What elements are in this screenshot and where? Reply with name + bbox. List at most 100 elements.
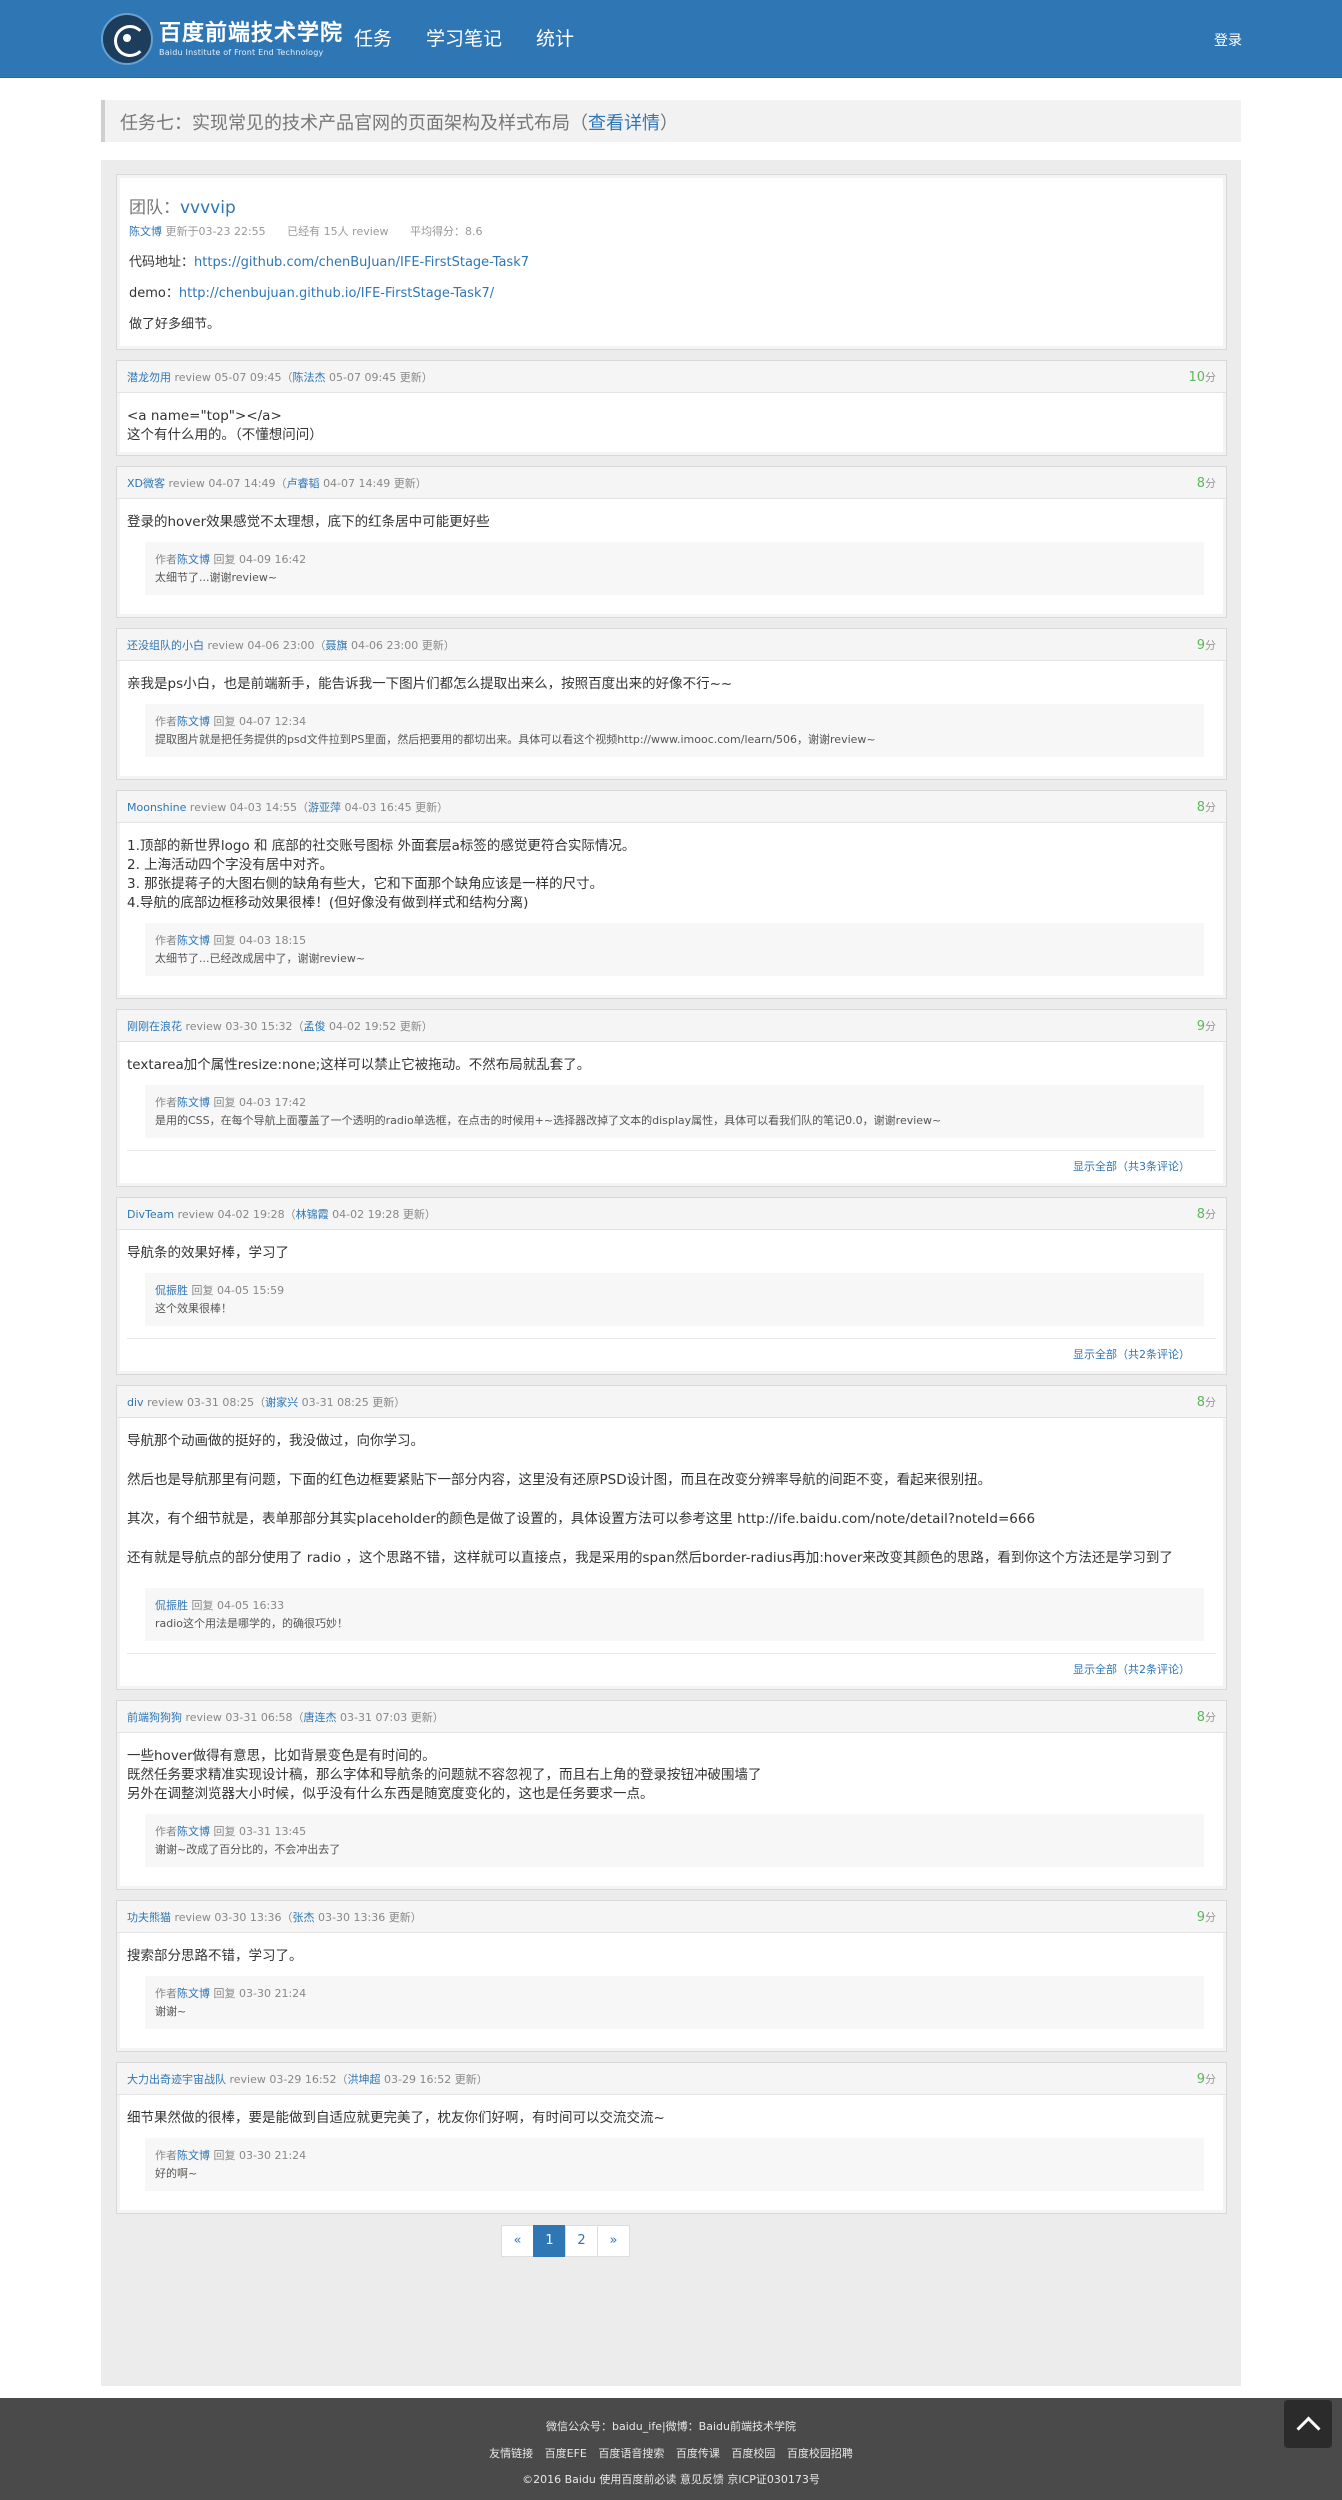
submission-meta: 陈文博 更新于03-23 22:55 已经有 15人 review 平均得分：8… xyxy=(129,223,1214,239)
team-name[interactable]: vvvvip xyxy=(180,198,236,218)
editor-link[interactable]: 聂旗 xyxy=(326,639,348,652)
author-link[interactable]: 陈文博 xyxy=(129,225,162,238)
show-all-link[interactable]: 显示全部（共3条评论） xyxy=(1073,1160,1190,1173)
reply-author-link[interactable]: 陈文博 xyxy=(177,2149,210,2162)
reply-time: 回复 04-05 16:33 xyxy=(191,1599,285,1612)
submission-info: 团队：vvvvip 陈文博 更新于03-23 22:55 已经有 15人 rev… xyxy=(116,174,1227,350)
reviewer-link[interactable]: DivTeam xyxy=(127,1208,174,1221)
review-card: XD微客 review 04-07 14:49（卢睿韬 04-07 14:49 … xyxy=(116,466,1227,618)
score-value: 9 xyxy=(1196,2072,1205,2087)
reply-author-link[interactable]: 陈文博 xyxy=(177,934,210,947)
show-all-link[interactable]: 显示全部（共2条评论） xyxy=(1073,1348,1190,1361)
reply-author-link[interactable]: 陈文博 xyxy=(177,1987,210,2000)
reply: 作者陈文博 回复 04-09 16:42 太细节了...谢谢review~ xyxy=(145,542,1204,595)
score-unit: 分 xyxy=(1205,1396,1216,1409)
edit-time: 03-31 07:03 更新） xyxy=(340,1711,444,1724)
review-header: 前端狗狗狗 review 03-31 06:58（唐连杰 03-31 07:03… xyxy=(117,1701,1226,1733)
reply-text: 太细节了...谢谢review~ xyxy=(155,571,278,584)
review-score: 10分 xyxy=(1188,369,1216,385)
reply-author-link[interactable]: 陈文博 xyxy=(177,1825,210,1838)
score-unit: 分 xyxy=(1205,801,1216,814)
editor-link[interactable]: 洪坤超 xyxy=(348,2073,381,2086)
code-label: 代码地址： xyxy=(129,255,195,270)
reviewer-link[interactable]: 潜龙勿用 xyxy=(127,371,171,384)
footer-link[interactable]: 百度语音搜索 xyxy=(598,2447,664,2460)
show-all-link[interactable]: 显示全部（共2条评论） xyxy=(1073,1663,1190,1676)
reviewer-link[interactable]: XD微客 xyxy=(127,477,165,490)
task-title-close: ） xyxy=(660,113,678,134)
reply: 作者陈文博 回复 04-03 18:15 太细节了...已经改成居中了，谢谢rev… xyxy=(145,923,1204,976)
reply-author-link[interactable]: 侃振胜 xyxy=(155,1599,188,1612)
view-detail-link[interactable]: 查看详情 xyxy=(588,113,660,134)
reviewer-link[interactable]: 刚刚在浪花 xyxy=(127,1020,182,1033)
editor-link[interactable]: 唐连杰 xyxy=(304,1711,337,1724)
review-text: 然后也是导航那里有问题，下面的红色边框要紧贴下一部分内容，这里没有还原PSD设计… xyxy=(127,1472,992,1488)
review-body: 亲我是ps小白，也是前端新手，能告诉我一下图片们都怎么提取出来么，按照百度出来的… xyxy=(117,661,1226,779)
nav-stats[interactable]: 统计 xyxy=(536,26,574,52)
editor-link[interactable]: 林锦霞 xyxy=(296,1208,329,1221)
task-title: 任务七：实现常见的技术产品官网的页面架构及样式布局（ xyxy=(120,113,588,134)
reviewer-link[interactable]: 功夫熊猫 xyxy=(127,1911,171,1924)
reviewer-link[interactable]: 前端狗狗狗 xyxy=(127,1711,182,1724)
review-score: 8分 xyxy=(1197,1394,1216,1410)
footer-link[interactable]: 百度校园 xyxy=(731,2447,775,2460)
footer-link[interactable]: 百度传课 xyxy=(676,2447,720,2460)
reply-author-link[interactable]: 陈文博 xyxy=(177,715,210,728)
brand-title: 百度前端技术学院 xyxy=(159,20,344,46)
page-prev[interactable]: « xyxy=(501,2225,534,2257)
reviewer-link[interactable]: 还没组队的小白 xyxy=(127,639,204,652)
review-body: 导航那个动画做的挺好的，我没做过，向你学习。 然后也是导航那里有问题，下面的红色边… xyxy=(117,1418,1226,1689)
reply-text: 谢谢~ xyxy=(155,2005,187,2018)
score-unit: 分 xyxy=(1205,2073,1216,2086)
review-header: Moonshine review 04-03 14:55（游亚萍 04-03 1… xyxy=(117,791,1226,823)
page-next[interactable]: » xyxy=(597,2225,630,2257)
demo-url-link[interactable]: http://chenbujuan.github.io/IFE-FirstSta… xyxy=(179,286,494,301)
review-text: 既然任务要求精准实现设计稿，那么字体和导航条的问题就不容忽视了，而且右上角的登录… xyxy=(127,1767,762,1783)
footer-link[interactable]: 百度校园招聘 xyxy=(787,2447,853,2460)
editor-link[interactable]: 谢家兴 xyxy=(265,1396,298,1409)
score-value: 8 xyxy=(1196,1207,1205,1222)
main-nav: 任务 学习笔记 统计 xyxy=(354,26,608,52)
review-score: 8分 xyxy=(1197,1206,1216,1222)
review-card: 潜龙勿用 review 05-07 09:45（陈法杰 05-07 09:45 … xyxy=(116,360,1227,456)
editor-link[interactable]: 孟俊 xyxy=(304,1020,326,1033)
review-body: 细节果然做的很棒，要是能做到自适应就更完美了，枕友你们好啊，有时间可以交流交流~… xyxy=(117,2095,1226,2213)
reply: 侃振胜 回复 04-05 15:59 这个效果很棒！ xyxy=(145,1273,1204,1326)
review-time: review 03-31 08:25（ xyxy=(147,1396,266,1409)
page-2[interactable]: 2 xyxy=(565,2225,598,2257)
editor-link[interactable]: 陈法杰 xyxy=(293,371,326,384)
review-count: 已经有 15人 review xyxy=(287,225,389,238)
review-time: review 03-29 16:52（ xyxy=(229,2073,348,2086)
editor-link[interactable]: 游亚萍 xyxy=(308,801,341,814)
editor-link[interactable]: 卢睿韬 xyxy=(287,477,320,490)
review-score: 8分 xyxy=(1197,475,1216,491)
brand-logo[interactable]: 百度前端技术学院 Baidu Institute of Front End Te… xyxy=(101,13,343,65)
reply-author-link[interactable]: 侃振胜 xyxy=(155,1284,188,1297)
code-url-link[interactable]: https://github.com/chenBuJuan/IFE-FirstS… xyxy=(194,255,529,270)
page-1[interactable]: 1 xyxy=(533,2225,566,2257)
reviewer-link[interactable]: div xyxy=(127,1396,144,1409)
updated-time: 更新于03-23 22:55 xyxy=(165,225,266,238)
login-link[interactable]: 登录 xyxy=(1214,30,1242,50)
review-text: 这个有什么用的。（不懂想问问） xyxy=(127,427,323,443)
nav-notes[interactable]: 学习笔记 xyxy=(426,26,502,52)
back-to-top-button[interactable] xyxy=(1284,2400,1332,2448)
footer-link[interactable]: 百度EFE xyxy=(545,2447,587,2460)
edit-time: 04-02 19:28 更新） xyxy=(332,1208,436,1221)
footer-social: 微信公众号：baidu_ife|微博：Baidu前端技术学院 xyxy=(546,2420,796,2433)
review-card: 前端狗狗狗 review 03-31 06:58（唐连杰 03-31 07:03… xyxy=(116,1700,1227,1890)
review-score: 9分 xyxy=(1197,1018,1216,1034)
reply-author-link[interactable]: 陈文博 xyxy=(177,1096,210,1109)
reviewer-link[interactable]: 大力出奇迹宇宙战队 xyxy=(127,2073,226,2086)
reply-text: 提取图片就是把任务提供的psd文件拉到PS里面，然后把要用的都切出来。具体可以看… xyxy=(155,733,876,746)
code-address: 代码地址：https://github.com/chenBuJuan/IFE-F… xyxy=(129,251,1214,270)
reply-time: 回复 04-07 12:34 xyxy=(213,715,307,728)
reply-author-link[interactable]: 陈文博 xyxy=(177,553,210,566)
editor-link[interactable]: 张杰 xyxy=(293,1911,315,1924)
demo-label: demo： xyxy=(129,286,179,301)
main-content: 任务七：实现常见的技术产品官网的页面架构及样式布局（查看详情） 团队：vvvvi… xyxy=(101,78,1241,2386)
reviewer-link[interactable]: Moonshine xyxy=(127,801,186,814)
nav-tasks[interactable]: 任务 xyxy=(354,26,392,52)
score-unit: 分 xyxy=(1205,1711,1216,1724)
score-value: 9 xyxy=(1196,638,1205,653)
